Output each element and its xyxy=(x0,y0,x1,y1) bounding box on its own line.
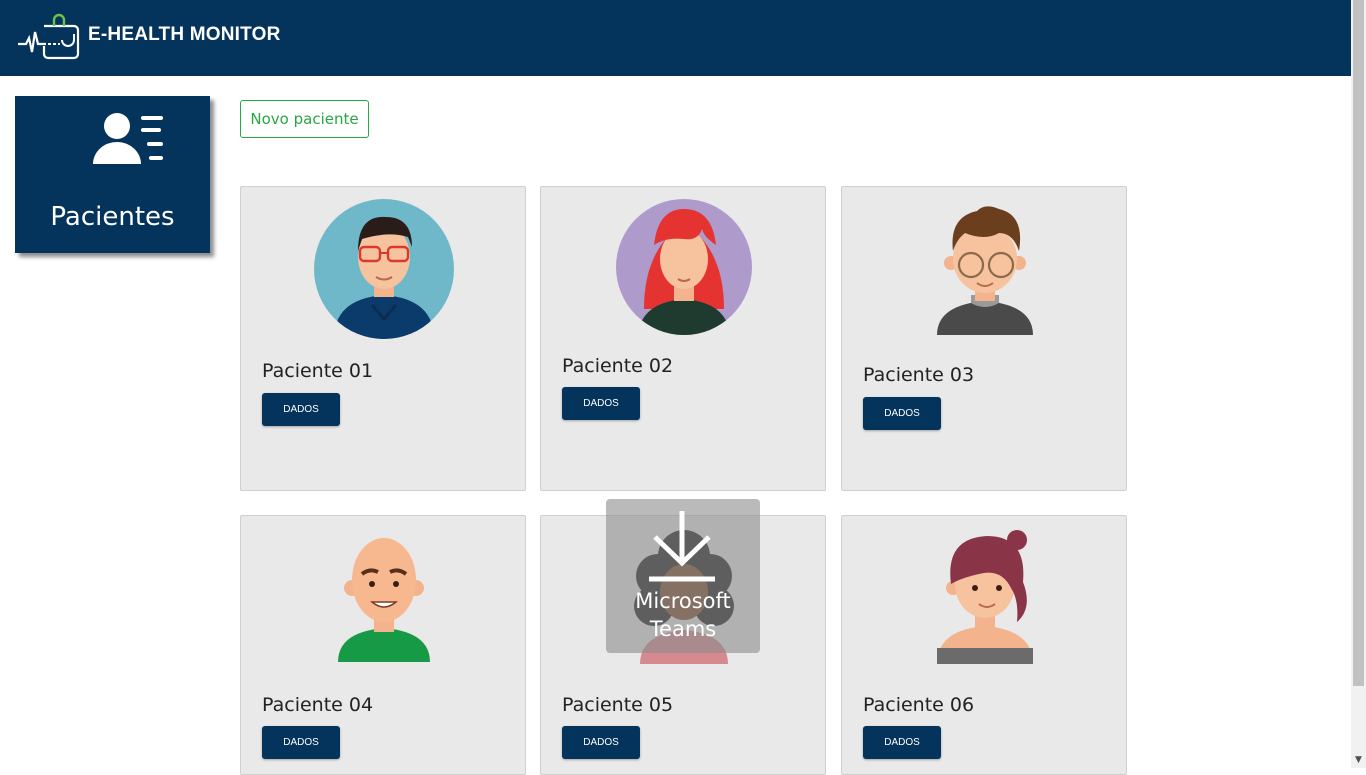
top-navbar: E-HEALTH MONITOR xyxy=(0,0,1351,76)
patient-data-button[interactable]: DADOS xyxy=(262,726,340,759)
patient-data-button[interactable]: DADOS xyxy=(863,726,941,759)
download-overlay: Microsoft Teams xyxy=(606,499,760,653)
man-curly-glasses-avatar xyxy=(937,206,1033,335)
patient-data-button[interactable]: DADOS xyxy=(562,726,640,759)
patient-name: Paciente 04 xyxy=(262,694,374,716)
patient-data-button[interactable]: DADOS xyxy=(262,393,340,426)
woman-red-hair-avatar xyxy=(616,199,752,335)
patient-card: Paciente 02 DADOS xyxy=(540,186,826,491)
bald-man-avatar xyxy=(338,538,430,662)
patient-name: Paciente 01 xyxy=(262,360,374,382)
scroll-down-arrow-icon[interactable]: ▼ xyxy=(1351,752,1366,768)
woman-bun-avatar xyxy=(937,530,1033,664)
overlay-label: Microsoft Teams xyxy=(606,587,760,643)
sidebar-patients-tile[interactable]: Pacientes xyxy=(15,96,210,253)
patient-card: Paciente 01 DADOS xyxy=(240,186,526,491)
overlay-label-line2: Teams xyxy=(649,617,717,641)
patient-name: Paciente 05 xyxy=(562,694,674,716)
patient-card: Paciente 04 DADOS xyxy=(240,515,526,775)
patients-list-icon xyxy=(93,113,163,164)
man-glasses-avatar xyxy=(314,199,454,339)
health-monitor-logo-icon[interactable] xyxy=(16,12,82,62)
app-title: E-HEALTH MONITOR xyxy=(88,24,281,45)
patient-card: Paciente 06 DADOS xyxy=(841,515,1127,775)
patient-name: Paciente 02 xyxy=(562,355,674,377)
patient-name: Paciente 03 xyxy=(863,364,975,386)
sidebar-tile-label: Pacientes xyxy=(50,202,175,232)
patient-data-button[interactable]: DADOS xyxy=(863,397,941,430)
patient-data-button[interactable]: DADOS xyxy=(562,387,640,420)
patient-name: Paciente 06 xyxy=(863,694,975,716)
scrollbar-thumb[interactable] xyxy=(1353,0,1364,686)
download-arrow-icon xyxy=(649,511,715,582)
patient-card: Paciente 03 DADOS xyxy=(841,186,1127,491)
new-patient-button[interactable]: Novo paciente xyxy=(240,100,369,138)
overlay-label-line1: Microsoft xyxy=(635,589,731,613)
